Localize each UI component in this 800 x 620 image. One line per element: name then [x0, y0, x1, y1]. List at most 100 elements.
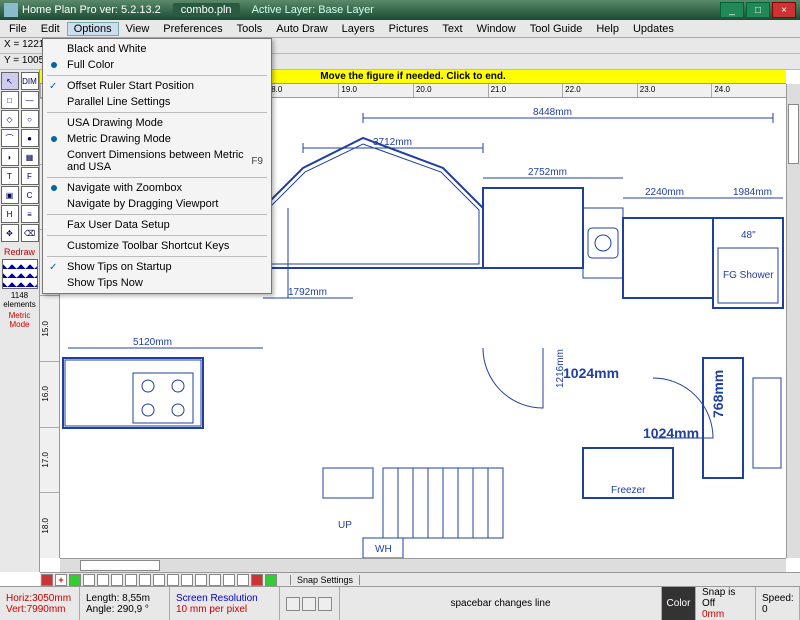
- scroll-thumb[interactable]: [788, 104, 799, 164]
- menu-item-offset-ruler-start-position[interactable]: ✓Offset Ruler Start Position: [43, 78, 271, 94]
- menu-edit[interactable]: Edit: [34, 22, 67, 36]
- door-tool[interactable]: ◗: [1, 148, 19, 166]
- menu-item-label: Show Tips Now: [67, 277, 143, 289]
- tool-icon[interactable]: [209, 574, 221, 586]
- menu-help[interactable]: Help: [589, 22, 626, 36]
- menu-item-navigate-with-zoombox[interactable]: Navigate with Zoombox: [43, 180, 271, 196]
- menu-item-convert-dimensions-between-metric-and-usa[interactable]: Convert Dimensions between Metric and US…: [43, 147, 271, 175]
- scrollbar-horizontal[interactable]: [60, 558, 786, 572]
- menu-layers[interactable]: Layers: [335, 22, 382, 36]
- bullet-icon: [51, 185, 57, 191]
- menu-item-metric-drawing-mode[interactable]: Metric Drawing Mode: [43, 131, 271, 147]
- redraw-button[interactable]: Redraw: [4, 247, 35, 257]
- menu-file[interactable]: File: [2, 22, 34, 36]
- menu-pictures[interactable]: Pictures: [382, 22, 436, 36]
- close-button[interactable]: ×: [772, 2, 796, 18]
- tool-icon[interactable]: [153, 574, 165, 586]
- menu-options[interactable]: Options: [67, 22, 119, 36]
- menu-auto-draw[interactable]: Auto Draw: [269, 22, 334, 36]
- minimize-button[interactable]: _: [720, 2, 744, 18]
- menu-item-black-and-white[interactable]: Black and White: [43, 41, 271, 57]
- tool-icon[interactable]: [125, 574, 137, 586]
- menu-updates[interactable]: Updates: [626, 22, 681, 36]
- move-tool[interactable]: ✥: [1, 224, 19, 242]
- menu-item-navigate-by-dragging-viewport[interactable]: Navigate by Dragging Viewport: [43, 196, 271, 212]
- status-horiz: Horiz:3050mm: [6, 593, 73, 604]
- text-tool[interactable]: T: [1, 167, 19, 185]
- layer-tool[interactable]: ≡: [21, 205, 39, 223]
- menu-separator: [47, 214, 267, 215]
- menu-item-label: Navigate by Dragging Viewport: [67, 198, 218, 210]
- tool-icon[interactable]: [97, 574, 109, 586]
- status-speed: 0: [762, 604, 793, 615]
- svg-text:WH: WH: [375, 544, 392, 555]
- erase-tool[interactable]: ⌫: [21, 224, 39, 242]
- menubar: FileEditOptionsViewPreferencesToolsAuto …: [0, 20, 800, 38]
- snap-settings[interactable]: Snap Settings: [290, 575, 360, 585]
- figures-tool[interactable]: ▣: [1, 186, 19, 204]
- tool-icon[interactable]: [83, 574, 95, 586]
- menu-separator: [47, 177, 267, 178]
- tool-icon[interactable]: [167, 574, 179, 586]
- go-icon[interactable]: [265, 574, 277, 586]
- rect-tool[interactable]: □: [1, 91, 19, 109]
- menu-item-usa-drawing-mode[interactable]: USA Drawing Mode: [43, 115, 271, 131]
- poly-tool[interactable]: ◇: [1, 110, 19, 128]
- tool-icon[interactable]: [223, 574, 235, 586]
- zoom-icon[interactable]: [41, 574, 53, 586]
- zoom-in-icon[interactable]: [286, 597, 300, 611]
- bottom-icon-bar: + Snap Settings: [40, 572, 800, 586]
- color-button[interactable]: Color: [667, 598, 691, 609]
- zoom-out-icon[interactable]: [302, 597, 316, 611]
- menu-window[interactable]: Window: [470, 22, 523, 36]
- wall-tool[interactable]: ▦: [21, 148, 39, 166]
- menu-item-show-tips-on-startup[interactable]: ✓Show Tips on Startup: [43, 259, 271, 275]
- scrollbar-vertical[interactable]: [786, 84, 800, 558]
- menu-item-label: Offset Ruler Start Position: [67, 80, 194, 92]
- menu-tool-guide[interactable]: Tool Guide: [523, 22, 590, 36]
- menu-preferences[interactable]: Preferences: [156, 22, 229, 36]
- dim-tool[interactable]: DIM: [21, 72, 39, 90]
- arc-tool[interactable]: ⌒: [1, 129, 19, 147]
- menu-item-parallel-line-settings[interactable]: Parallel Line Settings: [43, 94, 271, 110]
- tool-icon[interactable]: [181, 574, 193, 586]
- plus-icon[interactable]: +: [55, 574, 67, 586]
- menu-text[interactable]: Text: [435, 22, 469, 36]
- app-title: Home Plan Pro ver: 5.2.13.2: [22, 4, 161, 16]
- menu-item-label: Show Tips on Startup: [67, 261, 172, 273]
- titlebar: Home Plan Pro ver: 5.2.13.2 combo.pln Ac…: [0, 0, 800, 20]
- line-tool[interactable]: ―: [21, 91, 39, 109]
- menu-item-show-tips-now[interactable]: Show Tips Now: [43, 275, 271, 291]
- svg-text:1792mm: 1792mm: [288, 287, 327, 298]
- menu-item-label: Customize Toolbar Shortcut Keys: [67, 240, 229, 252]
- maximize-button[interactable]: □: [746, 2, 770, 18]
- status-icon[interactable]: [69, 574, 81, 586]
- svg-text:2752mm: 2752mm: [528, 167, 567, 178]
- tool-icon[interactable]: [195, 574, 207, 586]
- fast-tool[interactable]: F: [21, 167, 39, 185]
- active-layer: Active Layer: Base Layer: [252, 4, 718, 16]
- tool-icon[interactable]: [139, 574, 151, 586]
- hide-tool[interactable]: H: [1, 205, 19, 223]
- menu-item-full-color[interactable]: Full Color: [43, 57, 271, 73]
- menu-tools[interactable]: Tools: [230, 22, 270, 36]
- menu-view[interactable]: View: [119, 22, 157, 36]
- menu-item-customize-toolbar-shortcut-keys[interactable]: Customize Toolbar Shortcut Keys: [43, 238, 271, 254]
- circle-tool[interactable]: ●: [21, 129, 39, 147]
- zoom-fit-icon[interactable]: [318, 597, 332, 611]
- scroll-thumb[interactable]: [80, 560, 160, 571]
- rec-icon[interactable]: [251, 574, 263, 586]
- tool-icon[interactable]: [111, 574, 123, 586]
- menu-item-fax-user-data-setup[interactable]: Fax User Data Setup: [43, 217, 271, 233]
- ruler-tick: 23.0: [637, 84, 712, 97]
- select-tool[interactable]: ↖: [1, 72, 19, 90]
- hatch-palette[interactable]: [2, 259, 38, 289]
- status-angle: Angle: 290,9 °: [86, 604, 163, 615]
- oval-tool[interactable]: ○: [21, 110, 39, 128]
- ruler-tick: 21.0: [488, 84, 563, 97]
- clone-tool[interactable]: C: [21, 186, 39, 204]
- tool-icon[interactable]: [237, 574, 249, 586]
- menu-shortcut: F9: [251, 156, 263, 167]
- ruler-tick: 19.0: [338, 84, 413, 97]
- ruler-tick: 15.0: [40, 295, 59, 361]
